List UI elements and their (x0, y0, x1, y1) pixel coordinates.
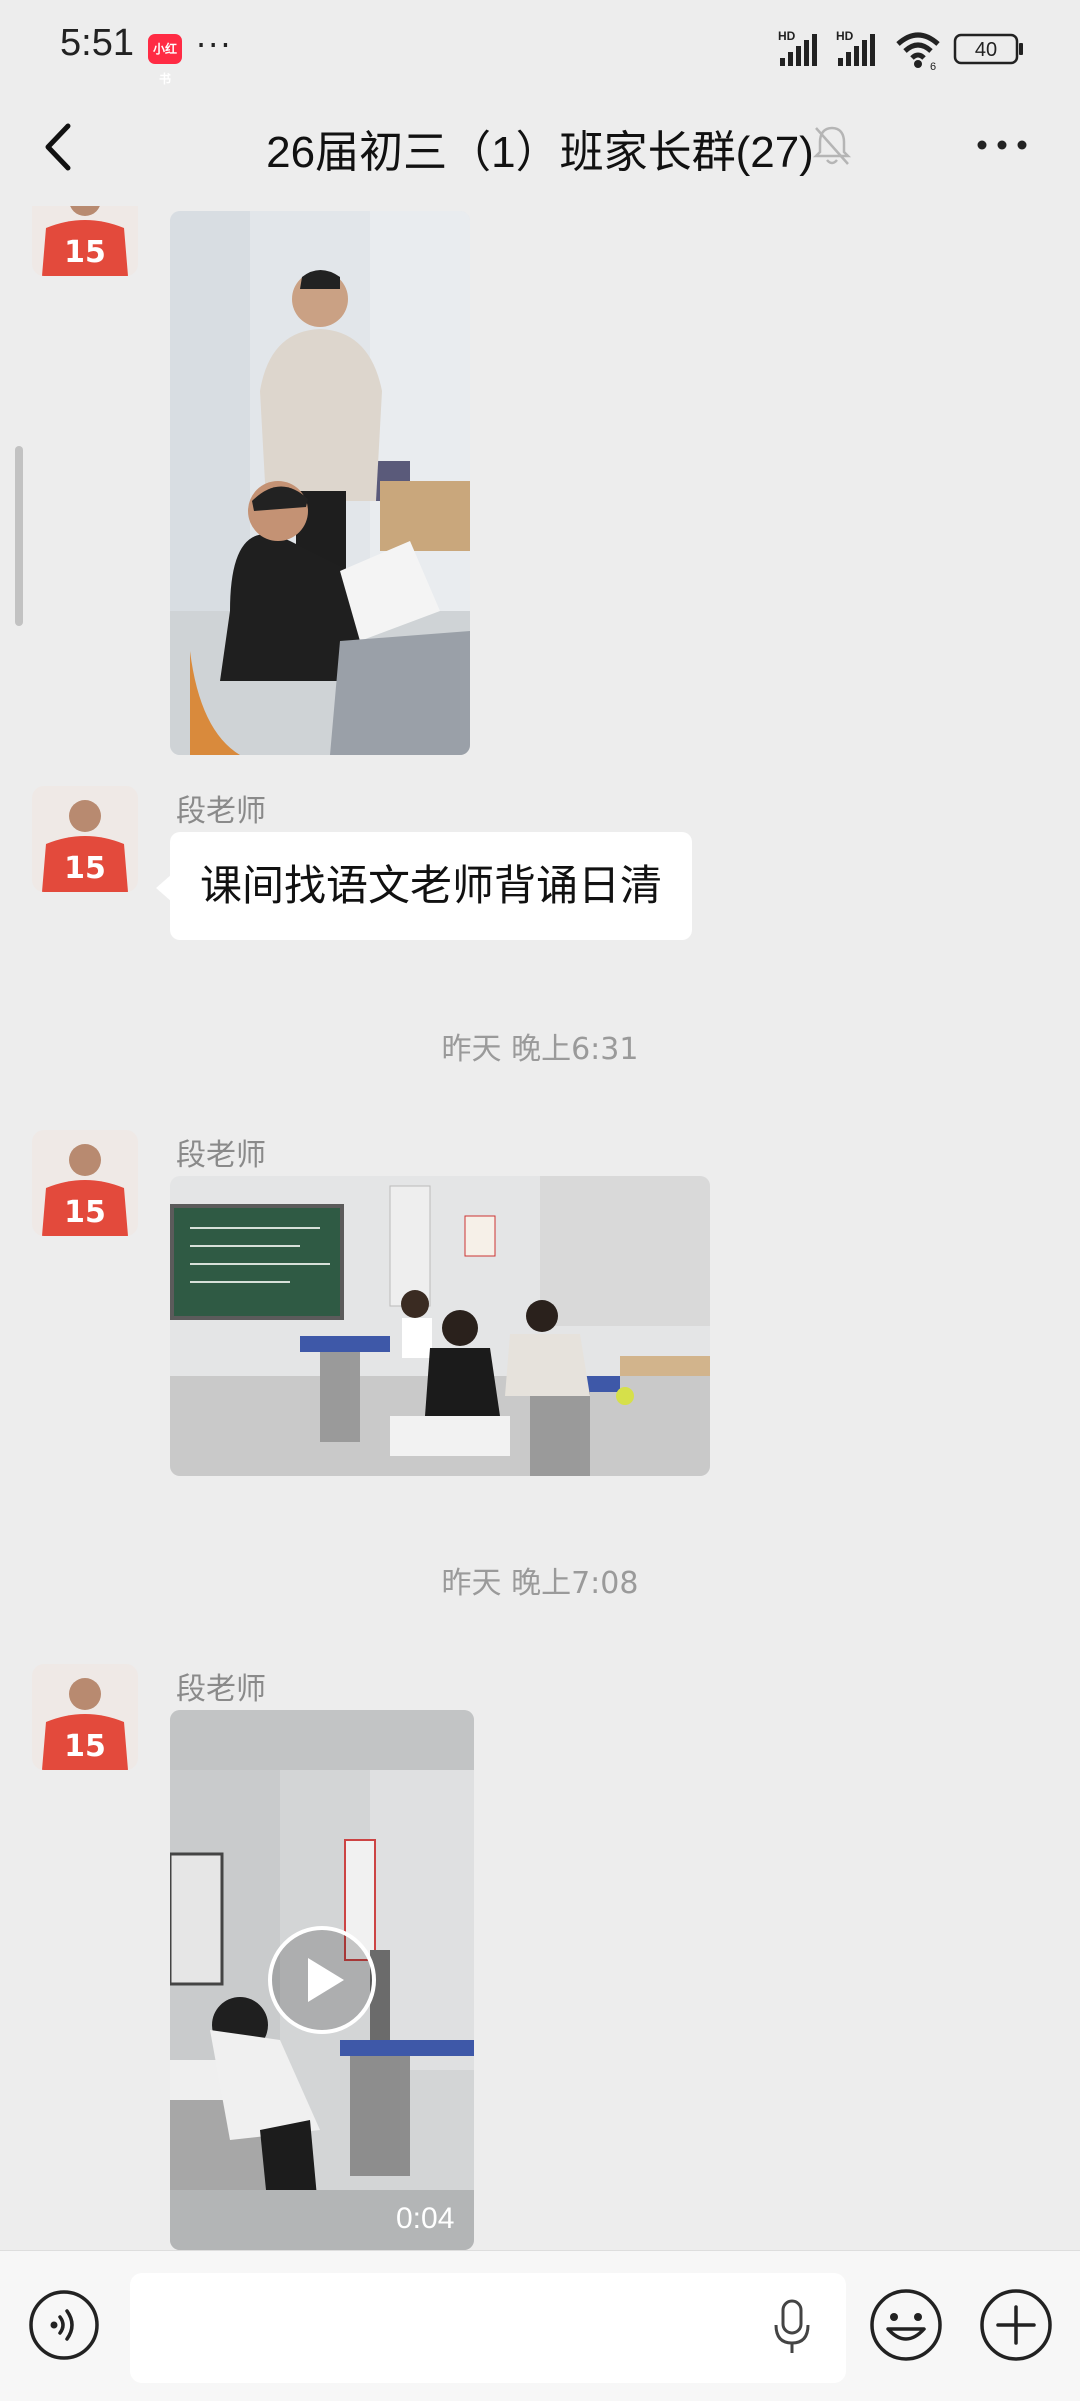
emoji-icon (870, 2289, 942, 2361)
more-actions-button[interactable] (978, 2287, 1054, 2363)
scroll-indicator[interactable] (15, 446, 23, 626)
sender-avatar[interactable]: 15 (32, 786, 138, 892)
plus-icon (980, 2289, 1052, 2361)
more-icon (977, 140, 1027, 150)
text-message-bubble[interactable]: 课间找语文老师背诵日清 (170, 832, 693, 940)
sender-avatar[interactable]: 15 (32, 1664, 138, 1770)
mic-icon[interactable] (770, 2297, 814, 2357)
xiaohongshu-notification-icon: 小红书 (148, 34, 182, 86)
voice-toggle-button[interactable] (28, 2289, 100, 2361)
sender-name: 段老师 (176, 794, 266, 829)
emoji-button[interactable] (868, 2287, 944, 2363)
battery-icon: 40 (953, 33, 1023, 65)
voice-icon (29, 2290, 99, 2360)
chat-header: 26届初三（1）班家长群(27) (0, 96, 1080, 206)
sender-name: 段老师 (176, 1672, 266, 1707)
video-message[interactable]: 0:04 (170, 1710, 474, 2250)
sender-avatar[interactable]: 15 (32, 1130, 138, 1236)
image-message-landscape[interactable] (170, 1176, 710, 1476)
avatar-jersey-number: 15 (64, 1195, 106, 1230)
avatar-jersey-number: 15 (64, 851, 106, 886)
play-button-icon (268, 1926, 376, 2034)
message-timestamp: 昨天 晚上6:31 (441, 1032, 639, 1067)
image-message-portrait[interactable] (170, 211, 470, 755)
status-bar: 5:51 小红书 ··· HD HD 6 40 (0, 0, 1080, 96)
wifi-icon: 6 (896, 32, 940, 73)
signal-1-icon: HD (778, 29, 817, 66)
signal-2-icon: HD (836, 29, 875, 66)
more-button[interactable] (970, 122, 1036, 168)
avatar-jersey-number: 15 (64, 235, 106, 270)
status-time: 5:51 (60, 22, 134, 64)
message-input[interactable] (130, 2273, 846, 2383)
message-timestamp: 昨天 晚上7:08 (441, 1566, 639, 1601)
status-more-icon: ··· (196, 26, 233, 64)
sender-avatar[interactable]: 15 (32, 206, 138, 276)
chat-message-list[interactable]: 15 15 段老师 课间找语文老师背诵日清 昨天 晚上6:31 15 段老师 昨… (0, 206, 1080, 2250)
avatar-jersey-number: 15 (64, 1729, 106, 1764)
battery-level: 40 (975, 39, 997, 61)
wifi-sub-label: 6 (930, 61, 936, 72)
sender-name: 段老师 (176, 1138, 266, 1173)
video-duration: 0:04 (396, 2202, 455, 2235)
mute-bell-icon (810, 122, 854, 168)
status-icons: HD HD 6 40 (778, 26, 1028, 73)
input-bar (0, 2250, 1080, 2401)
signal-1-label: HD (778, 29, 796, 43)
chat-title: 26届初三（1）班家长群(27) (266, 128, 814, 177)
signal-2-label: HD (836, 29, 854, 43)
